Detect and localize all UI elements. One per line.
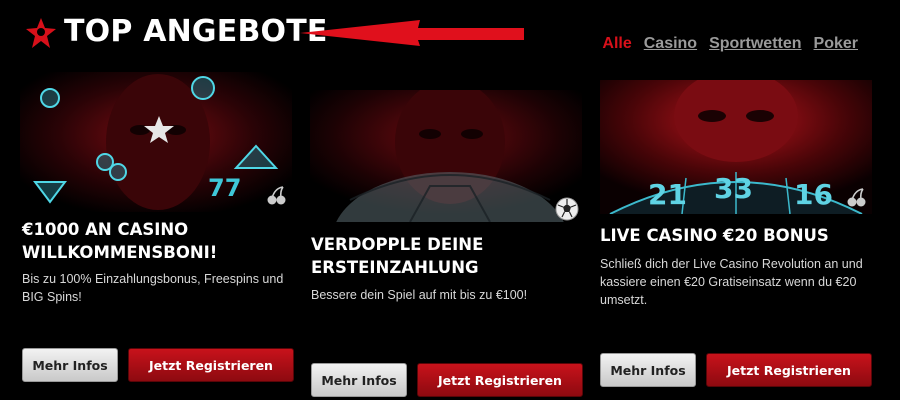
soccer-ball-icon — [555, 197, 579, 221]
category-filter-nav: Alle Casino Sportwetten Poker — [602, 35, 858, 53]
register-button[interactable]: Jetzt Registrieren — [706, 353, 872, 387]
star-logo-icon[interactable] — [26, 18, 56, 48]
svg-text:77: 77 — [208, 174, 241, 202]
card-description: Bessere dein Spiel auf mit bis zu €100! — [311, 288, 528, 302]
more-info-button[interactable]: Mehr Infos — [22, 348, 118, 382]
live-casino-promo-image: 21 33 16 — [600, 80, 872, 214]
card-title: LIVE CASINO €20 BONUS — [600, 226, 829, 245]
more-info-button[interactable]: Mehr Infos — [311, 363, 407, 397]
filter-poker[interactable]: Poker — [814, 35, 858, 53]
cherries-icon — [847, 188, 866, 207]
card-title: €1000 AN CASINO WILLKOMMENSBONI! — [22, 220, 218, 262]
cherries-icon — [267, 186, 286, 205]
more-info-button[interactable]: Mehr Infos — [600, 353, 696, 387]
filter-sportwetten[interactable]: Sportwetten — [709, 35, 801, 53]
card-description: Bis zu 100% Einzahlungsbonus, Freespins … — [22, 272, 284, 304]
sports-promo-image — [310, 90, 582, 222]
register-button[interactable]: Jetzt Registrieren — [417, 363, 583, 397]
roulette-number-16: 16 — [794, 178, 833, 211]
casino-promo-image: 77 — [20, 72, 292, 212]
register-button[interactable]: Jetzt Registrieren — [128, 348, 294, 382]
red-arrow-left-icon — [300, 20, 524, 46]
roulette-number-33: 33 — [714, 172, 753, 205]
card-description: Schließ dich der Live Casino Revolution … — [600, 257, 863, 307]
filter-casino[interactable]: Casino — [644, 35, 697, 53]
filter-alle[interactable]: Alle — [602, 35, 631, 53]
card-title: VERDOPPLE DEINE ERSTEINZAHLUNG — [311, 235, 484, 277]
roulette-number-21: 21 — [648, 178, 687, 211]
page-title: TOP ANGEBOTE — [64, 14, 328, 49]
